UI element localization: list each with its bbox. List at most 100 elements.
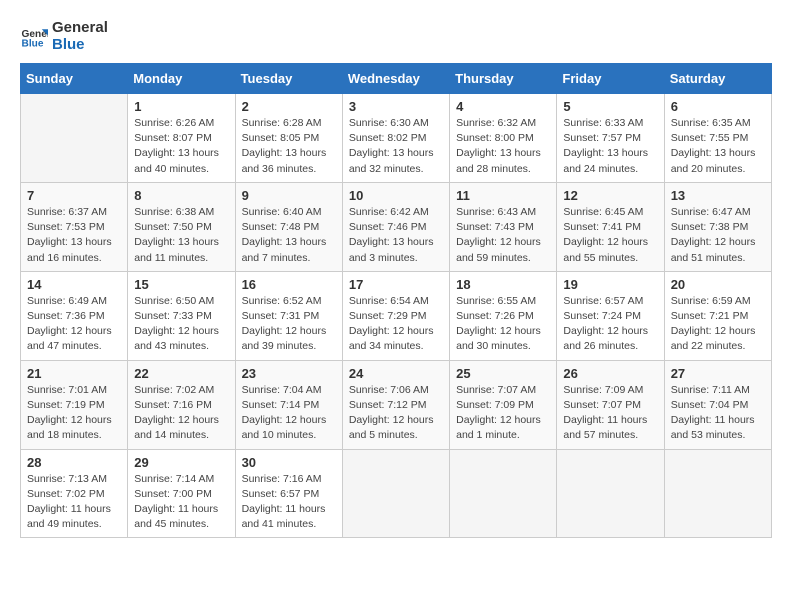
day-info: Sunrise: 6:49 AM Sunset: 7:36 PM Dayligh… xyxy=(27,294,121,355)
day-info: Sunrise: 7:06 AM Sunset: 7:12 PM Dayligh… xyxy=(349,383,443,444)
weekday-header-tuesday: Tuesday xyxy=(235,64,342,94)
calendar-cell xyxy=(342,449,449,538)
calendar-week-2: 7 Sunrise: 6:37 AM Sunset: 7:53 PM Daylig… xyxy=(21,182,772,271)
calendar-cell: 24 Sunrise: 7:06 AM Sunset: 7:12 PM Dayli… xyxy=(342,360,449,449)
calendar-cell: 18Sunrise: 6:55 AM Sunset: 7:26 PM Dayli… xyxy=(450,271,557,360)
calendar-cell xyxy=(21,94,128,183)
day-info: Sunrise: 7:13 AM Sunset: 7:02 PM Dayligh… xyxy=(27,472,121,533)
calendar-cell xyxy=(450,449,557,538)
calendar-cell: 14 Sunrise: 6:49 AM Sunset: 7:36 PM Dayli… xyxy=(21,271,128,360)
day-info: Sunrise: 6:35 AM Sunset: 7:55 PM Dayligh… xyxy=(671,116,765,177)
day-number: 26 xyxy=(563,366,657,381)
day-number: 30 xyxy=(242,455,336,470)
calendar-cell: 15Sunrise: 6:50 AM Sunset: 7:33 PM Dayli… xyxy=(128,271,235,360)
day-number: 24 xyxy=(349,366,443,381)
calendar-cell: 6 Sunrise: 6:35 AM Sunset: 7:55 PM Daylig… xyxy=(664,94,771,183)
calendar-cell: 3 Sunrise: 6:30 AM Sunset: 8:02 PM Daylig… xyxy=(342,94,449,183)
day-number: 4 xyxy=(456,99,550,114)
weekday-header-friday: Friday xyxy=(557,64,664,94)
day-info: Sunrise: 7:09 AM Sunset: 7:07 PM Dayligh… xyxy=(563,383,657,444)
calendar-cell: 2 Sunrise: 6:28 AM Sunset: 8:05 PM Daylig… xyxy=(235,94,342,183)
calendar-cell: 17 Sunrise: 6:54 AM Sunset: 7:29 PM Dayli… xyxy=(342,271,449,360)
day-info: Sunrise: 6:30 AM Sunset: 8:02 PM Dayligh… xyxy=(349,116,443,177)
day-info: Sunrise: 6:55 AM Sunset: 7:26 PM Dayligh… xyxy=(456,294,550,355)
calendar-cell: 16 Sunrise: 6:52 AM Sunset: 7:31 PM Dayli… xyxy=(235,271,342,360)
day-info: Sunrise: 7:02 AM Sunset: 7:16 PM Dayligh… xyxy=(134,383,228,444)
day-number: 13 xyxy=(671,188,765,203)
calendar-cell: 20 Sunrise: 6:59 AM Sunset: 7:21 PM Dayli… xyxy=(664,271,771,360)
day-info: Sunrise: 6:26 AM Sunset: 8:07 PM Dayligh… xyxy=(134,116,228,177)
calendar-cell xyxy=(557,449,664,538)
day-number: 19 xyxy=(563,277,657,292)
day-number: 25 xyxy=(456,366,550,381)
day-info: Sunrise: 6:54 AM Sunset: 7:29 PM Dayligh… xyxy=(349,294,443,355)
day-number: 28 xyxy=(27,455,121,470)
weekday-header-thursday: Thursday xyxy=(450,64,557,94)
day-number: 15 xyxy=(134,277,228,292)
day-number: 16 xyxy=(242,277,336,292)
day-info: Sunrise: 6:45 AM Sunset: 7:41 PM Dayligh… xyxy=(563,205,657,266)
day-info: Sunrise: 6:37 AM Sunset: 7:53 PM Dayligh… xyxy=(27,205,121,266)
day-info: Sunrise: 7:01 AM Sunset: 7:19 PM Dayligh… xyxy=(27,383,121,444)
calendar-cell: 5Sunrise: 6:33 AM Sunset: 7:57 PM Daylig… xyxy=(557,94,664,183)
day-number: 3 xyxy=(349,99,443,114)
calendar-cell: 7 Sunrise: 6:37 AM Sunset: 7:53 PM Daylig… xyxy=(21,182,128,271)
day-number: 14 xyxy=(27,277,121,292)
calendar-cell: 13 Sunrise: 6:47 AM Sunset: 7:38 PM Dayli… xyxy=(664,182,771,271)
logo-general: General xyxy=(52,20,108,37)
day-number: 8 xyxy=(134,188,228,203)
day-number: 12 xyxy=(563,188,657,203)
day-info: Sunrise: 7:11 AM Sunset: 7:04 PM Dayligh… xyxy=(671,383,765,444)
calendar-cell: 27 Sunrise: 7:11 AM Sunset: 7:04 PM Dayli… xyxy=(664,360,771,449)
day-number: 11 xyxy=(456,188,550,203)
calendar-cell: 9 Sunrise: 6:40 AM Sunset: 7:48 PM Daylig… xyxy=(235,182,342,271)
day-number: 6 xyxy=(671,99,765,114)
day-info: Sunrise: 7:16 AM Sunset: 6:57 PM Dayligh… xyxy=(242,472,336,533)
page-header: General Blue General Blue xyxy=(20,20,772,53)
calendar-cell: 23Sunrise: 7:04 AM Sunset: 7:14 PM Dayli… xyxy=(235,360,342,449)
calendar-week-3: 14 Sunrise: 6:49 AM Sunset: 7:36 PM Dayli… xyxy=(21,271,772,360)
day-number: 17 xyxy=(349,277,443,292)
calendar-cell: 8 Sunrise: 6:38 AM Sunset: 7:50 PM Daylig… xyxy=(128,182,235,271)
calendar-cell: 12 Sunrise: 6:45 AM Sunset: 7:41 PM Dayli… xyxy=(557,182,664,271)
day-info: Sunrise: 6:42 AM Sunset: 7:46 PM Dayligh… xyxy=(349,205,443,266)
day-info: Sunrise: 6:59 AM Sunset: 7:21 PM Dayligh… xyxy=(671,294,765,355)
weekday-header-saturday: Saturday xyxy=(664,64,771,94)
calendar-cell: 26 Sunrise: 7:09 AM Sunset: 7:07 PM Dayli… xyxy=(557,360,664,449)
day-number: 21 xyxy=(27,366,121,381)
calendar-week-1: 1 Sunrise: 6:26 AM Sunset: 8:07 PM Daylig… xyxy=(21,94,772,183)
day-number: 2 xyxy=(242,99,336,114)
day-number: 1 xyxy=(134,99,228,114)
calendar-table: SundayMondayTuesdayWednesdayThursdayFrid… xyxy=(20,63,772,538)
weekday-header-wednesday: Wednesday xyxy=(342,64,449,94)
day-info: Sunrise: 6:38 AM Sunset: 7:50 PM Dayligh… xyxy=(134,205,228,266)
day-number: 22 xyxy=(134,366,228,381)
day-info: Sunrise: 6:43 AM Sunset: 7:43 PM Dayligh… xyxy=(456,205,550,266)
logo: General Blue General Blue xyxy=(20,20,108,53)
day-info: Sunrise: 6:33 AM Sunset: 7:57 PM Dayligh… xyxy=(563,116,657,177)
day-number: 27 xyxy=(671,366,765,381)
calendar-week-4: 21 Sunrise: 7:01 AM Sunset: 7:19 PM Dayli… xyxy=(21,360,772,449)
weekday-header-sunday: Sunday xyxy=(21,64,128,94)
calendar-cell: 25Sunrise: 7:07 AM Sunset: 7:09 PM Dayli… xyxy=(450,360,557,449)
calendar-cell: 28 Sunrise: 7:13 AM Sunset: 7:02 PM Dayli… xyxy=(21,449,128,538)
day-number: 10 xyxy=(349,188,443,203)
calendar-cell: 1 Sunrise: 6:26 AM Sunset: 8:07 PM Daylig… xyxy=(128,94,235,183)
calendar-cell: 30 Sunrise: 7:16 AM Sunset: 6:57 PM Dayli… xyxy=(235,449,342,538)
day-info: Sunrise: 6:28 AM Sunset: 8:05 PM Dayligh… xyxy=(242,116,336,177)
day-info: Sunrise: 6:57 AM Sunset: 7:24 PM Dayligh… xyxy=(563,294,657,355)
day-info: Sunrise: 6:52 AM Sunset: 7:31 PM Dayligh… xyxy=(242,294,336,355)
calendar-cell: 11 Sunrise: 6:43 AM Sunset: 7:43 PM Dayli… xyxy=(450,182,557,271)
calendar-cell: 22 Sunrise: 7:02 AM Sunset: 7:16 PM Dayli… xyxy=(128,360,235,449)
calendar-cell: 4Sunrise: 6:32 AM Sunset: 8:00 PM Daylig… xyxy=(450,94,557,183)
day-info: Sunrise: 6:47 AM Sunset: 7:38 PM Dayligh… xyxy=(671,205,765,266)
calendar-week-5: 28 Sunrise: 7:13 AM Sunset: 7:02 PM Dayli… xyxy=(21,449,772,538)
day-number: 20 xyxy=(671,277,765,292)
weekday-header-monday: Monday xyxy=(128,64,235,94)
day-number: 9 xyxy=(242,188,336,203)
calendar-cell: 21 Sunrise: 7:01 AM Sunset: 7:19 PM Dayli… xyxy=(21,360,128,449)
day-info: Sunrise: 6:40 AM Sunset: 7:48 PM Dayligh… xyxy=(242,205,336,266)
day-number: 7 xyxy=(27,188,121,203)
calendar-cell: 29Sunrise: 7:14 AM Sunset: 7:00 PM Dayli… xyxy=(128,449,235,538)
calendar-body: 1 Sunrise: 6:26 AM Sunset: 8:07 PM Daylig… xyxy=(21,94,772,538)
